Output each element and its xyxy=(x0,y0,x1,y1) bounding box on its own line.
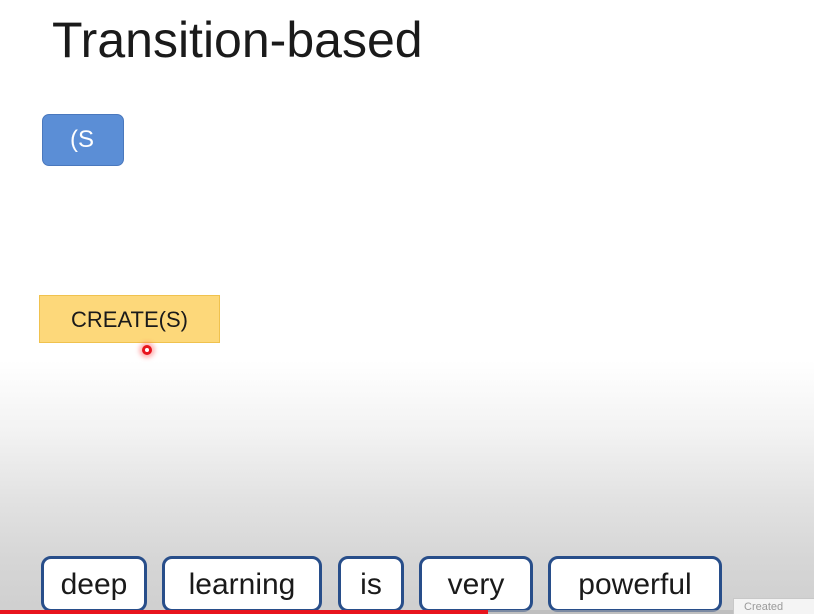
video-progress-fill xyxy=(0,610,489,614)
slide-title: Transition-based xyxy=(52,12,423,68)
token-box: learning xyxy=(162,556,322,612)
pointer-icon xyxy=(142,345,152,355)
token-box: is xyxy=(338,556,404,612)
action-box: CREATE(S) xyxy=(39,295,220,343)
corner-label: Created xyxy=(733,598,814,614)
token-box: very xyxy=(419,556,533,612)
token-box: deep xyxy=(41,556,147,612)
stack-node: (S xyxy=(42,114,124,166)
token-box: powerful xyxy=(548,556,722,612)
video-progress-bar[interactable] xyxy=(0,610,814,614)
